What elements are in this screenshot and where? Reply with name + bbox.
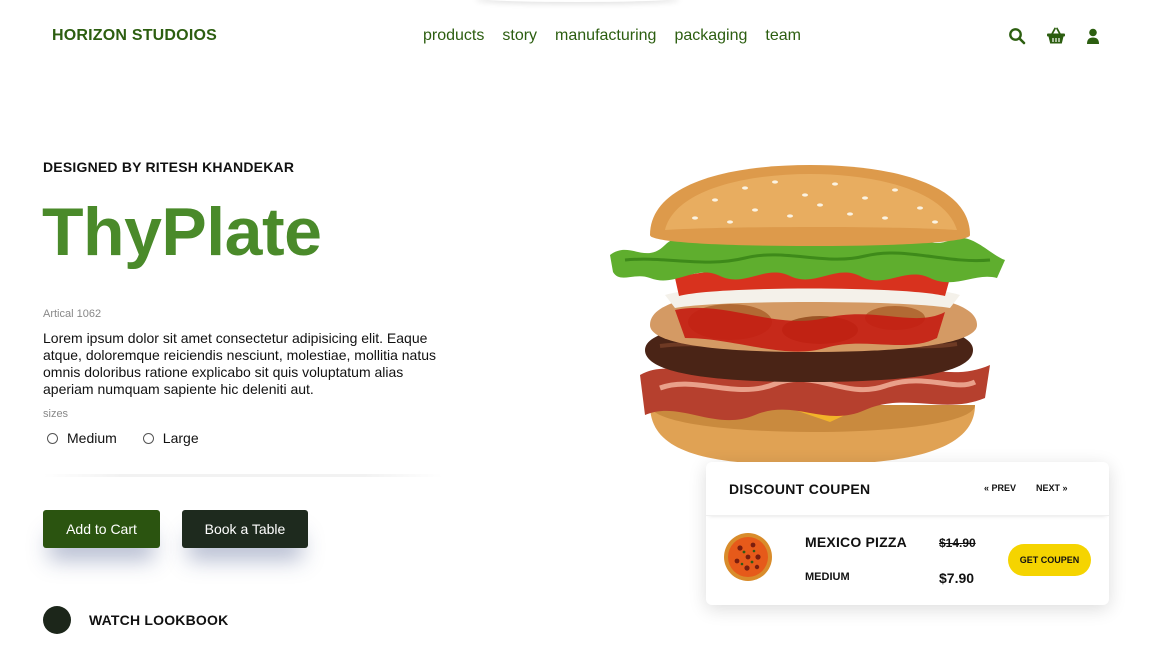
watch-lookbook-label: WATCH LOOKBOOK	[89, 612, 229, 628]
coupon-old-price: $14.90	[939, 536, 976, 550]
coupon-header: DISCOUNT COUPEN « PREV NEXT »	[706, 462, 1109, 516]
size-large-label: Large	[162, 430, 199, 446]
burger-image	[610, 165, 1005, 465]
header-icons	[1008, 27, 1100, 50]
page: HORIZON STUDOIOS products story manufact…	[0, 0, 1152, 648]
get-coupon-button[interactable]: GET COUPEN	[1008, 544, 1091, 576]
radio-medium[interactable]	[47, 432, 58, 444]
coupon-title: DISCOUNT COUPEN	[729, 481, 871, 497]
coupon-item-name: MEXICO PIZZA	[805, 534, 907, 550]
sizes-label: sizes	[43, 408, 69, 420]
nav-manufacturing[interactable]: manufacturing	[555, 27, 656, 45]
coupon-item-size: MEDIUM	[805, 571, 850, 583]
basket-icon[interactable]	[1046, 27, 1066, 50]
watch-lookbook-link[interactable]: WATCH LOOKBOOK	[43, 606, 228, 634]
size-option-large[interactable]: Large	[142, 430, 199, 446]
brand-logo[interactable]: HORIZON STUDOIOS	[52, 27, 217, 45]
nav-packaging[interactable]: packaging	[674, 27, 747, 45]
book-table-button[interactable]: Book a Table	[182, 510, 308, 548]
coupon-next-button[interactable]: NEXT »	[1036, 483, 1068, 493]
pizza-image	[724, 533, 772, 581]
radio-large[interactable]	[142, 432, 154, 444]
article-number: Artical 1062	[43, 308, 102, 320]
hero-title: ThyPlate	[42, 194, 322, 270]
user-icon[interactable]	[1086, 28, 1100, 50]
discount-coupon-card: DISCOUNT COUPEN « PREV NEXT » MEXICO PIZ…	[706, 462, 1109, 605]
main-nav: products story manufacturing packaging t…	[423, 27, 819, 45]
size-options: Medium Large	[47, 430, 225, 446]
coupon-new-price: $7.90	[939, 570, 975, 586]
top-shadow	[475, 0, 680, 2]
add-to-cart-button[interactable]: Add to Cart	[43, 510, 160, 548]
nav-products[interactable]: products	[423, 27, 484, 45]
size-medium-label: Medium	[67, 430, 117, 446]
divider	[43, 474, 443, 477]
nav-story[interactable]: story	[502, 27, 537, 45]
search-icon[interactable]	[1008, 27, 1026, 50]
size-option-medium[interactable]: Medium	[47, 430, 117, 446]
play-dot-icon[interactable]	[43, 606, 71, 634]
coupon-prev-button[interactable]: « PREV	[984, 483, 1016, 493]
product-description: Lorem ipsum dolor sit amet consectetur a…	[43, 330, 436, 397]
nav-team[interactable]: team	[765, 27, 801, 45]
designer-credit: DESIGNED BY RITESH KHANDEKAR	[43, 159, 295, 175]
